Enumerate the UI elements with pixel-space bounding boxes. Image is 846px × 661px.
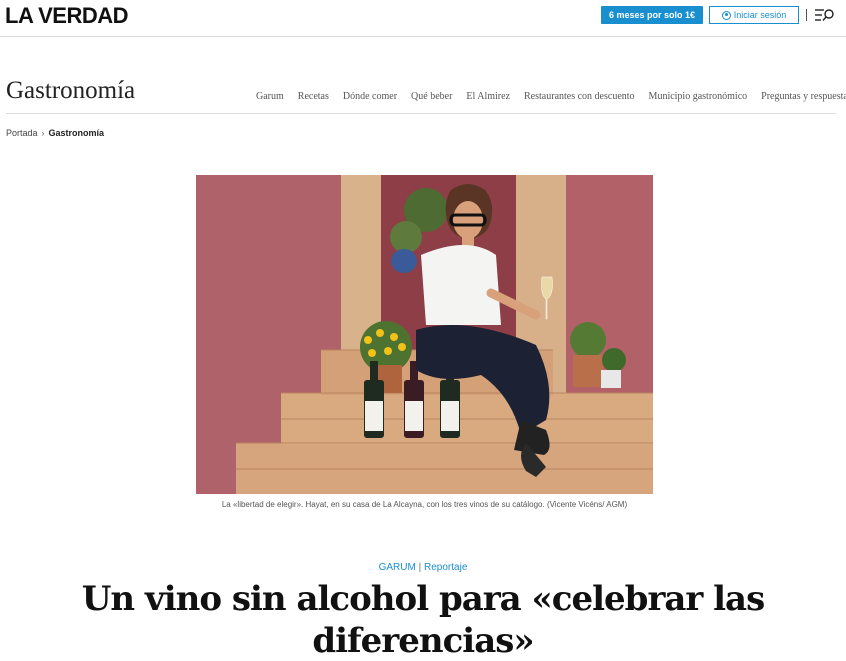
photo-caption: La «libertad de elegir». Hayat, en su ca… [221, 500, 628, 509]
chevron-right-icon: › [41, 128, 45, 138]
nav-item-municipio[interactable]: Municipio gastronómico [649, 91, 748, 102]
nav-item-garum[interactable]: Garum [256, 91, 284, 102]
section-nav: Garum Recetas Dónde comer Qué beber El A… [256, 91, 846, 102]
menu-search-icon[interactable] [815, 8, 835, 22]
nav-item-que-beber[interactable]: Qué beber [411, 91, 452, 102]
breadcrumb-home[interactable]: Portada [6, 128, 38, 138]
login-button[interactable]: Iniciar sesión [709, 6, 799, 24]
type-tag: Reportaje [424, 562, 468, 573]
nav-item-restaurantes[interactable]: Restaurantes con descuento [524, 91, 635, 102]
section-tag[interactable]: GARUM [379, 562, 416, 573]
login-label: Iniciar sesión [733, 10, 787, 20]
section-title[interactable]: Gastronomía [6, 77, 135, 105]
photo-illustration [196, 175, 653, 494]
divider [806, 9, 807, 21]
breadcrumb-current[interactable]: Gastronomía [49, 128, 105, 138]
nav-item-preguntas[interactable]: Preguntas y respuestas [761, 91, 846, 102]
top-bar: LA VERDAD 6 meses por solo 1€ Iniciar se… [0, 0, 846, 37]
nav-item-el-almirez[interactable]: El Almirez [466, 91, 510, 102]
breadcrumb: Portada › Gastronomía [6, 128, 104, 138]
section-divider [6, 113, 836, 114]
article-headline: Un vino sin alcohol para «celebrar las d… [81, 579, 765, 661]
nav-item-recetas[interactable]: Recetas [298, 91, 329, 102]
article-photo[interactable] [196, 175, 653, 494]
user-icon [721, 10, 731, 20]
article-kicker: GARUM | Reportaje [0, 562, 846, 573]
kicker-separator: | [418, 562, 422, 573]
site-logo[interactable]: LA VERDAD [5, 3, 129, 29]
nav-item-donde-comer[interactable]: Dónde comer [343, 91, 397, 102]
subscribe-button[interactable]: 6 meses por solo 1€ [601, 6, 703, 24]
